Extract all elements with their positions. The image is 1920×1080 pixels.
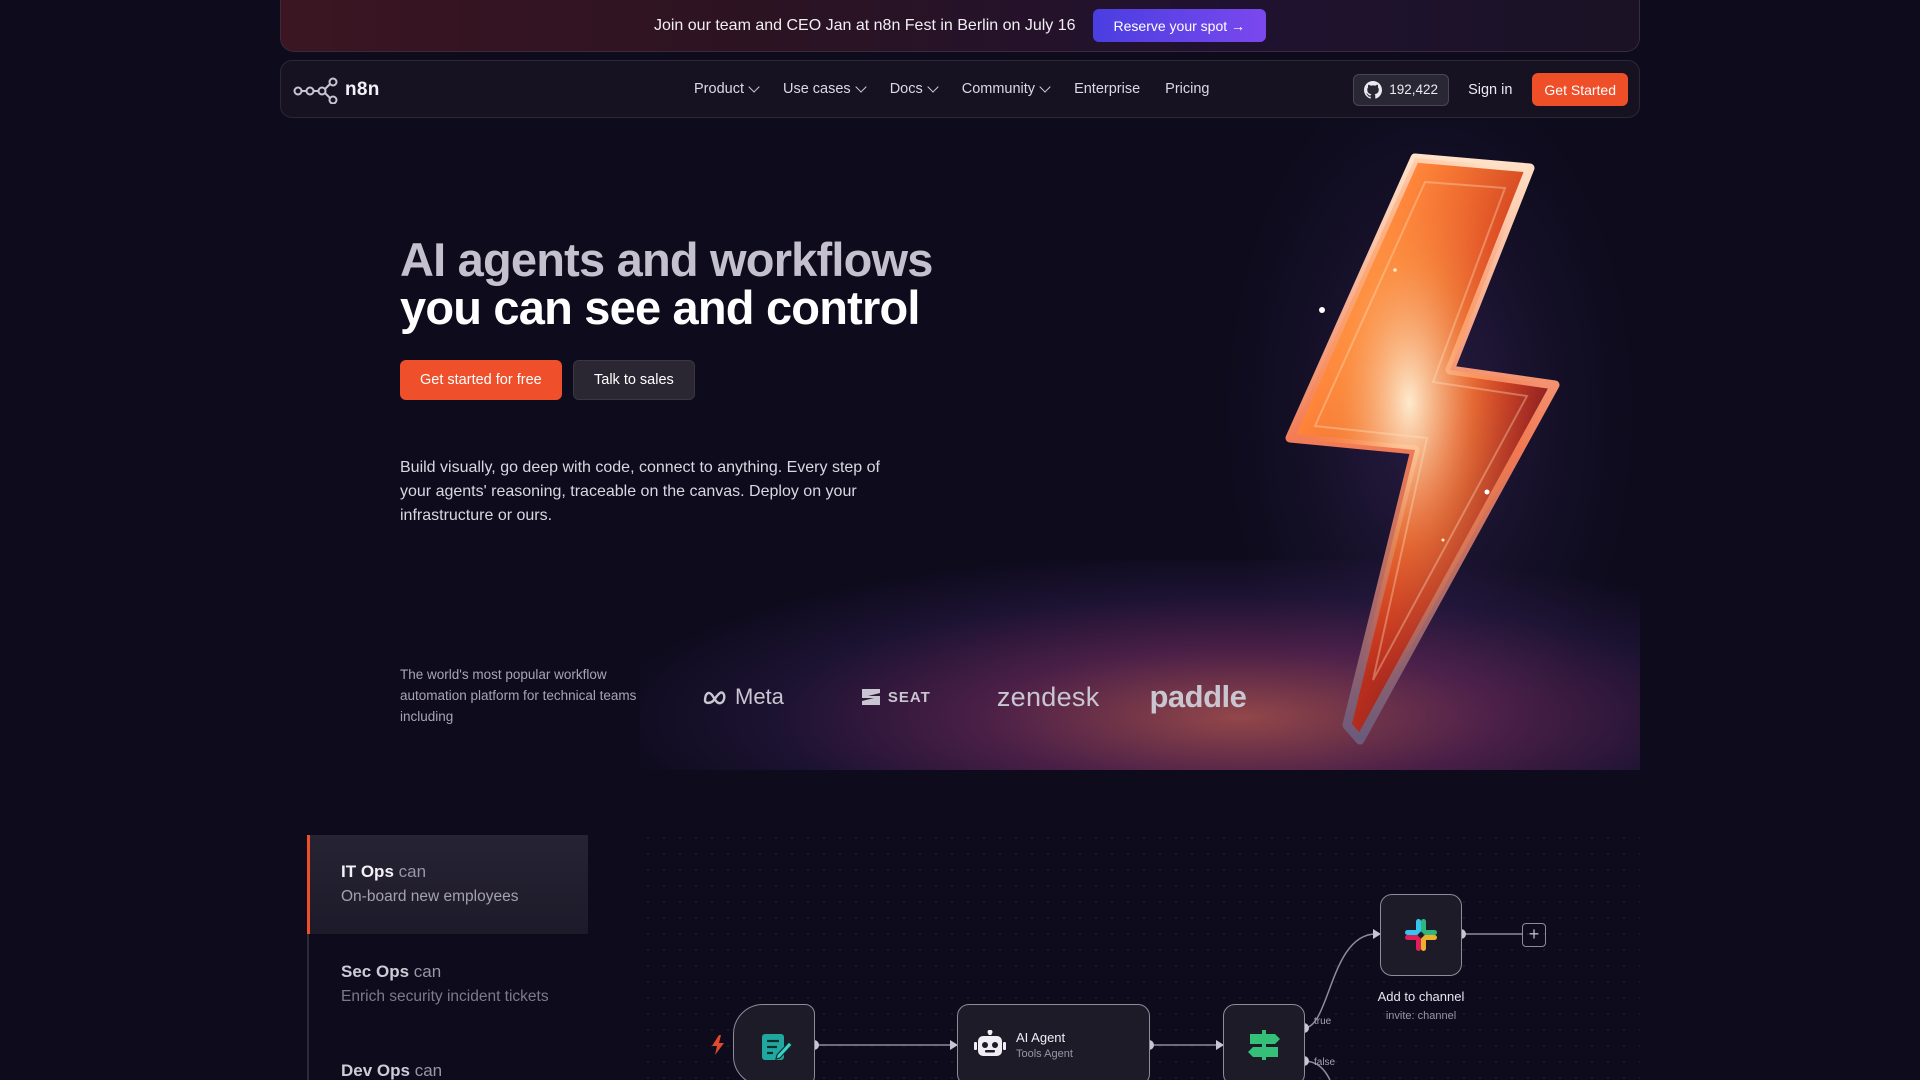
ai-agent-title: AI Agent [1016,1030,1066,1045]
use-case-title: Dev Ops can [341,1061,588,1080]
slack-node[interactable] [1380,894,1462,976]
ai-agent-subtitle: Tools Agent [1016,1048,1073,1060]
if-node[interactable] [1223,1004,1305,1080]
nav-product-label: Product [694,81,744,97]
use-case-title: Sec Ops can [341,962,588,982]
nav-community[interactable]: Community [961,81,1051,97]
github-icon [1364,80,1383,99]
n8n-logo[interactable]: n8n [293,76,380,104]
nav-pricing[interactable]: Pricing [1165,81,1209,97]
get-started-free-button[interactable]: Get started for free [400,360,562,400]
reserve-spot-button[interactable]: Reserve your spot → [1092,9,1267,42]
zendesk-logo-text: zendesk [996,681,1100,712]
nav-actions: 192,422 Sign in Get Started [1353,73,1628,106]
nav-product[interactable]: Product [694,81,760,97]
use-case-can: can [398,862,427,881]
zendesk-logo: zendesk [997,682,1100,713]
github-stars-count: 192,422 [1389,82,1439,97]
nav-community-label: Community [961,81,1036,97]
use-case-it-ops[interactable]: IT Ops can On-board new employees [307,835,588,934]
talk-to-sales-button[interactable]: Talk to sales [573,360,695,400]
chevron-down-icon [748,81,760,93]
nav-docs[interactable]: Docs [889,81,939,97]
nav-enterprise-label: Enterprise [1074,81,1141,97]
announcement-banner: Join our team and CEO Jan at n8n Fest in… [280,0,1640,52]
slack-node-subtitle: invite: channel [1385,1010,1457,1022]
slack-node-title: Add to channel [1377,989,1465,1004]
form-edit-icon [762,1034,793,1060]
trust-text: The world's most popular workflow automa… [400,667,637,724]
robot-icon [974,1030,1006,1056]
nav-links: Product Use cases Docs Community Enterpr… [694,61,1209,117]
nav-use-cases[interactable]: Use cases [782,81,867,97]
slack-icon [1405,919,1437,951]
add-node-button[interactable]: + [1522,923,1546,947]
use-case-sec-ops[interactable]: Sec Ops can Enrich security incident tic… [307,935,588,1006]
use-case-team: Sec Ops [341,962,410,981]
nav-enterprise[interactable]: Enterprise [1074,81,1140,97]
branch-true-label: true [1314,1016,1332,1027]
use-case-team: Dev Ops [341,1061,410,1080]
hero-title-line1: AI agents and workflows [400,233,933,286]
hero-title: AI agents and workflows you can see and … [400,236,933,332]
branch-false-label: false [1314,1057,1336,1068]
use-case-task: On-board new employees [341,888,519,905]
trigger-bolt-icon [712,1035,724,1055]
banner-text: Join our team and CEO Jan at n8n Fest in… [653,16,1076,34]
use-case-team: IT Ops [341,862,394,881]
nav-use-cases-label: Use cases [782,81,851,97]
use-case-can: can [414,1061,443,1080]
ai-agent-labels: AI Agent Tools Agent [1016,1030,1073,1060]
paddle-logo: paddle [1150,679,1247,715]
seat-logo: SEAT [860,687,931,707]
chevron-down-icon [927,81,939,93]
github-stars-button[interactable]: 192,422 [1353,73,1450,106]
meta-infinity-icon [703,691,726,705]
signpost-icon [1248,1030,1280,1060]
meta-logo: Meta [703,684,784,710]
nav-docs-label: Docs [889,81,923,97]
ai-agent-node[interactable]: AI Agent Tools Agent [957,1004,1150,1080]
chevron-down-icon [855,81,867,93]
use-case-dev-ops[interactable]: Dev Ops can [307,1034,588,1080]
hero-title-line2: you can see and control [400,281,920,334]
main-nav: n8n Product Use cases Docs Community Ent… [280,60,1640,118]
n8n-logo-icon [293,77,338,104]
seat-logo-text: SEAT [887,688,931,706]
customer-logos: Meta SEAT zendesk paddle [703,672,1247,722]
get-started-button[interactable]: Get Started [1532,73,1628,106]
hero-description: Build visually, go deep with code, conne… [400,459,880,524]
use-case-task: Enrich security incident tickets [341,988,549,1005]
use-case-can: can [413,962,442,981]
lightning-bolt-illustration [1285,153,1560,745]
seat-s-icon [861,689,880,705]
logo-text: n8n [345,79,380,100]
meta-logo-text: Meta [735,684,784,709]
chevron-down-icon [1039,81,1051,93]
paddle-logo-text: paddle [1149,679,1247,714]
sign-in-link[interactable]: Sign in [1468,82,1512,98]
nav-pricing-label: Pricing [1165,81,1210,97]
use-case-title: IT Ops can [341,862,588,882]
form-trigger-node[interactable] [733,1004,815,1080]
